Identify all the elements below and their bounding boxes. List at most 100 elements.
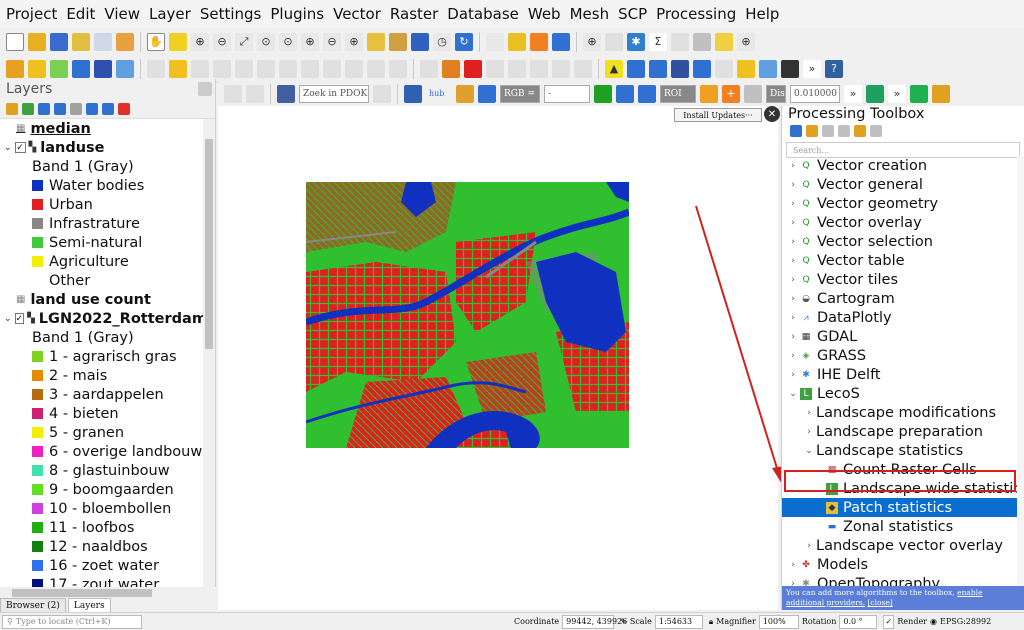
panel-close-icon[interactable] bbox=[198, 82, 212, 96]
help-icon[interactable]: ? bbox=[825, 59, 843, 78]
quickosm-icon[interactable] bbox=[715, 59, 733, 78]
vertex-tool-icon[interactable] bbox=[235, 59, 253, 78]
extents-icon[interactable]: ✎ bbox=[620, 617, 627, 626]
plugin-yellow-icon[interactable] bbox=[737, 59, 755, 78]
scp-zoom-icon[interactable] bbox=[616, 84, 634, 103]
close-icon[interactable]: ✕ bbox=[764, 106, 780, 122]
processing-toolbox-icon[interactable]: ✱ bbox=[627, 32, 645, 51]
provider-cartogram[interactable]: › ◒ Cartogram bbox=[782, 289, 1018, 308]
scale-field[interactable]: 1:54633 bbox=[654, 614, 703, 629]
group-landscape-preparation[interactable]: › Landscape preparation bbox=[782, 422, 1018, 441]
edit-features-icon[interactable] bbox=[854, 125, 866, 137]
save-edits-icon[interactable] bbox=[191, 59, 209, 78]
magnifier-field[interactable]: 100% bbox=[758, 614, 799, 629]
provider-vector-creation[interactable]: › Q Vector creation bbox=[782, 156, 1018, 175]
rotation-field[interactable]: 0.0 ° bbox=[839, 614, 878, 629]
shield-icon[interactable] bbox=[404, 84, 422, 103]
metasearch-icon[interactable] bbox=[693, 59, 711, 78]
zoom-last-icon[interactable]: ⊖ bbox=[323, 32, 341, 51]
expand-arrow-icon[interactable]: › bbox=[788, 370, 798, 380]
change-label-icon[interactable] bbox=[530, 59, 548, 78]
zoom-full-icon[interactable]: ⤢ bbox=[235, 32, 253, 51]
menu-settings[interactable]: Settings bbox=[200, 5, 262, 23]
expand-arrow-icon[interactable]: › bbox=[788, 256, 798, 266]
provider-grass[interactable]: › ◈ GRASS bbox=[782, 346, 1018, 365]
scrollbar-thumb[interactable] bbox=[12, 589, 152, 597]
measure-icon[interactable]: ⊕ bbox=[583, 32, 601, 51]
add-feature-icon[interactable] bbox=[213, 59, 231, 78]
filter-expression-icon[interactable] bbox=[70, 102, 82, 115]
menu-edit[interactable]: Edit bbox=[66, 5, 95, 23]
more-icon[interactable]: » bbox=[844, 84, 862, 103]
menu-layer[interactable]: Layer bbox=[149, 5, 191, 23]
land-use-raster[interactable] bbox=[306, 182, 629, 448]
expand-arrow-icon[interactable]: › bbox=[788, 275, 798, 285]
layer-style-icon[interactable] bbox=[246, 84, 264, 103]
expand-arrow-icon[interactable]: › bbox=[788, 218, 798, 228]
provider-gdal[interactable]: › ▦ GDAL bbox=[782, 327, 1018, 346]
select-icon[interactable] bbox=[508, 32, 526, 51]
collapse-arrow-icon[interactable]: ⌄ bbox=[4, 143, 12, 153]
menu-mesh[interactable]: Mesh bbox=[570, 5, 610, 23]
provider-dataplotly[interactable]: › ⩘ DataPlotly bbox=[782, 308, 1018, 327]
expand-arrow-icon[interactable]: › bbox=[788, 351, 798, 361]
expand-arrow-icon[interactable]: › bbox=[788, 237, 798, 247]
scripts-toolbar-icon[interactable] bbox=[806, 125, 818, 137]
collapse-arrow-icon[interactable]: ⌄ bbox=[4, 314, 12, 324]
sum-icon[interactable]: Σ bbox=[649, 32, 667, 51]
bookmark-icon[interactable] bbox=[411, 32, 429, 51]
render-checkbox[interactable]: ✓ bbox=[883, 614, 895, 629]
layers-vertical-scrollbar[interactable] bbox=[203, 119, 215, 599]
models-toolbar-icon[interactable] bbox=[790, 125, 802, 137]
scp-tools-icon[interactable] bbox=[932, 84, 950, 103]
layer-tools-icon[interactable] bbox=[224, 84, 242, 103]
provider-ihe-delft[interactable]: › ✱ IHE Delft bbox=[782, 365, 1018, 384]
info-close-link[interactable]: [close] bbox=[867, 598, 892, 607]
pin-label-icon[interactable] bbox=[464, 59, 482, 78]
refresh-icon[interactable]: ↻ bbox=[455, 32, 473, 51]
diagram-icon[interactable] bbox=[552, 59, 570, 78]
layer-median[interactable]: ▦ median bbox=[0, 119, 204, 138]
layer-land-use-count[interactable]: ▦ land use count bbox=[0, 290, 204, 309]
expand-arrow-icon[interactable]: › bbox=[788, 161, 798, 171]
algorithm-patch-statistics[interactable]: ◆ Patch statistics bbox=[782, 498, 1018, 517]
menu-project[interactable]: Project bbox=[6, 5, 57, 23]
data-source-manager-icon[interactable] bbox=[6, 59, 24, 78]
algorithm-zonal-statistics[interactable]: ▬ Zonal statistics bbox=[782, 517, 1018, 536]
binoculars-icon[interactable] bbox=[781, 59, 799, 78]
expand-arrow-icon[interactable]: › bbox=[788, 199, 798, 209]
scp-band-icon[interactable] bbox=[456, 84, 474, 103]
zoom-layer-icon[interactable]: ⊙ bbox=[279, 32, 297, 51]
field-calculator-icon[interactable] bbox=[693, 32, 711, 51]
expand-arrow-icon[interactable]: › bbox=[804, 427, 814, 437]
collapse-arrow-icon[interactable]: ⌄ bbox=[788, 389, 798, 399]
scrollbar-thumb[interactable] bbox=[205, 139, 213, 349]
georef-icon[interactable] bbox=[649, 59, 667, 78]
expand-arrow-icon[interactable]: › bbox=[788, 180, 798, 190]
zoom-in-icon[interactable]: ⊕ bbox=[191, 32, 209, 51]
expand-arrow-icon[interactable]: › bbox=[788, 313, 798, 323]
layer-lgn2022[interactable]: ⌄ ✓ ▚ LGN2022_Rotterdam bbox=[0, 309, 204, 328]
menu-database[interactable]: Database bbox=[447, 5, 519, 23]
print-layout-icon[interactable] bbox=[94, 32, 112, 51]
save-as-icon[interactable] bbox=[72, 32, 90, 51]
paste-icon[interactable] bbox=[345, 59, 363, 78]
processing-scrollbar[interactable] bbox=[1017, 156, 1024, 592]
layer-checkbox[interactable]: ✓ bbox=[14, 142, 26, 153]
zoom-out-icon[interactable]: ⊖ bbox=[213, 32, 231, 51]
pdok-clear-icon[interactable] bbox=[373, 84, 391, 103]
remove-layer-icon[interactable] bbox=[118, 102, 130, 115]
expand-all-icon[interactable] bbox=[86, 102, 98, 115]
hub-label[interactable]: hub bbox=[426, 85, 452, 103]
add-wms-icon[interactable] bbox=[116, 59, 134, 78]
provider-vector-overlay[interactable]: › Q Vector overlay bbox=[782, 213, 1018, 232]
rgb-select[interactable]: - bbox=[544, 84, 590, 103]
collapse-all-icon[interactable] bbox=[102, 102, 114, 115]
results-icon[interactable] bbox=[838, 125, 850, 137]
annotation-icon[interactable] bbox=[715, 32, 733, 51]
globe-icon[interactable] bbox=[627, 59, 645, 78]
pan-to-selection-icon[interactable] bbox=[169, 32, 187, 51]
scp-roi-icon[interactable] bbox=[594, 84, 612, 103]
zoom-selection-icon[interactable]: ⊙ bbox=[257, 32, 275, 51]
label-props-icon[interactable] bbox=[574, 59, 592, 78]
